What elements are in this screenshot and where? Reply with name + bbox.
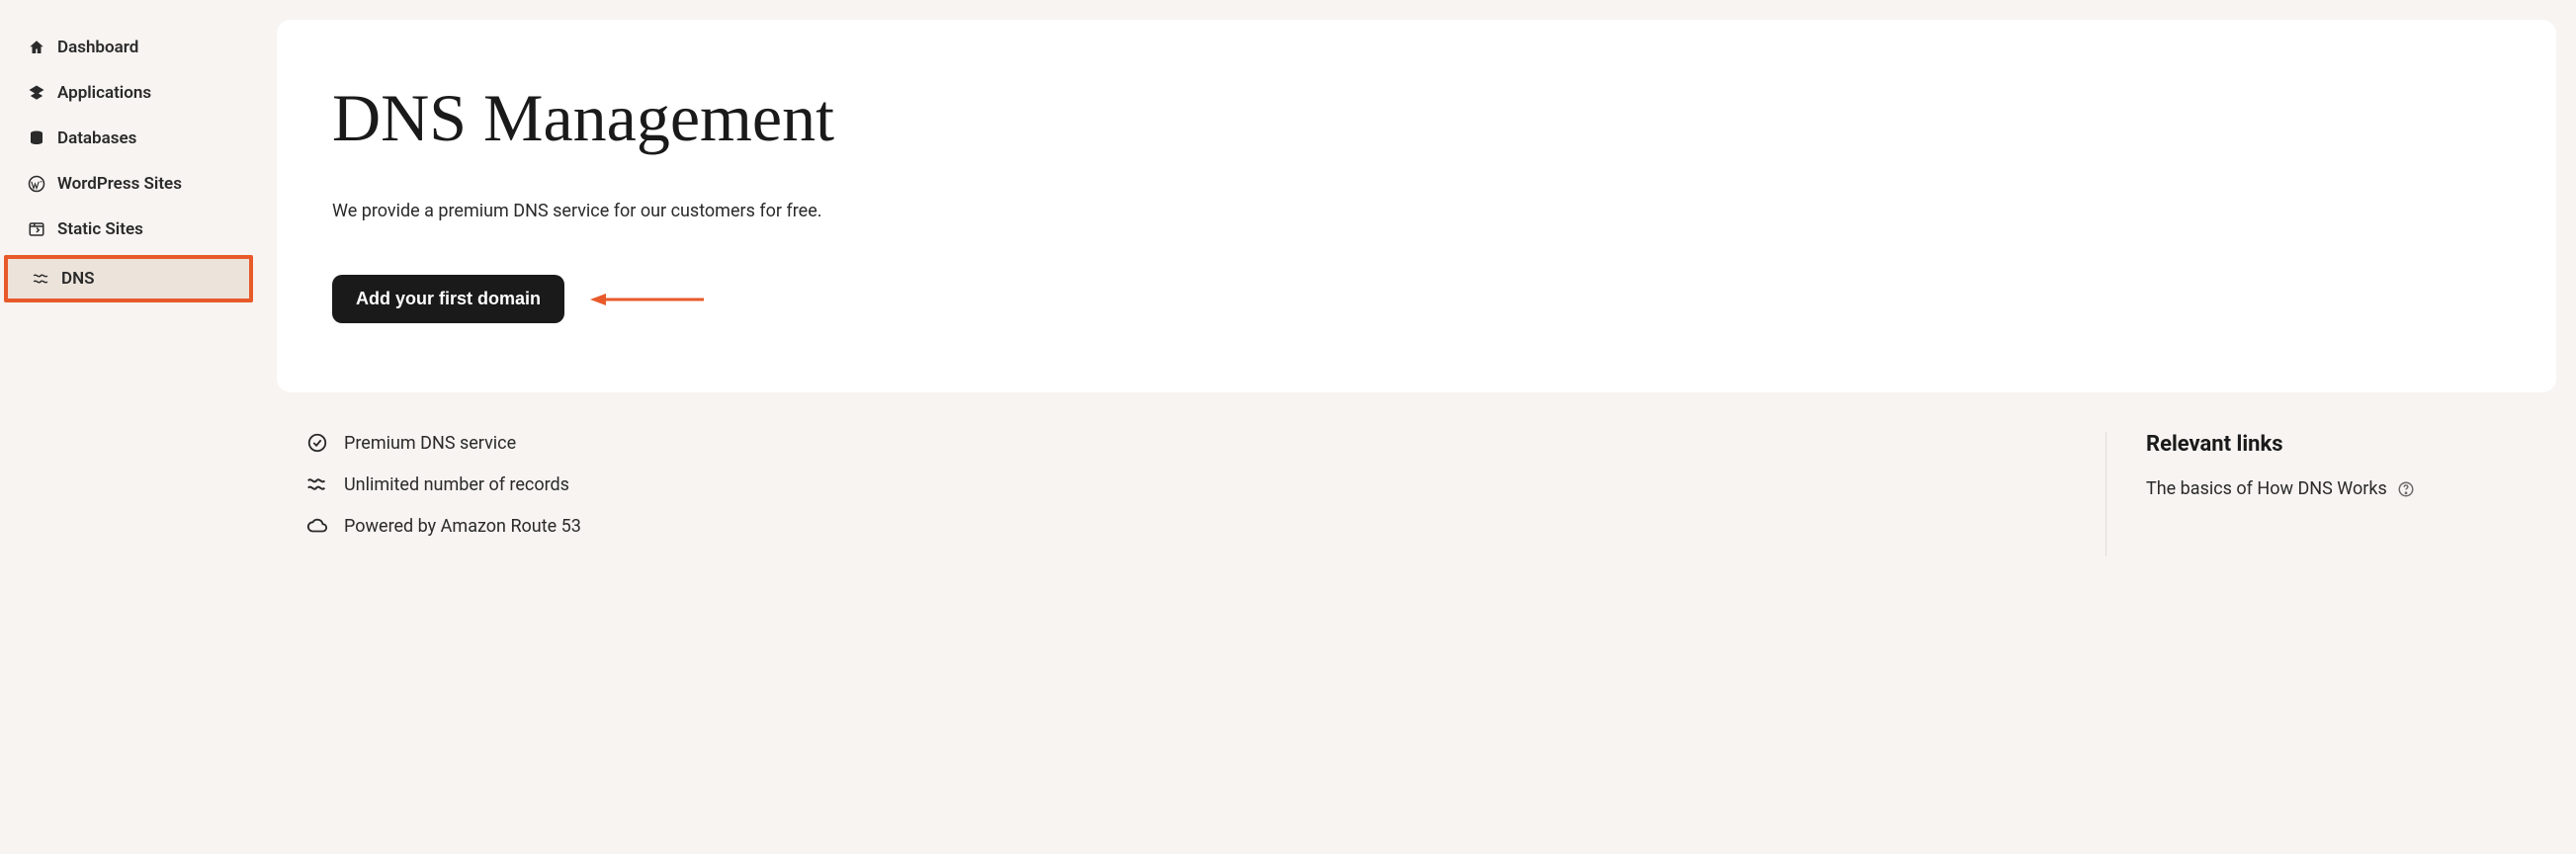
- main-content: DNS Management We provide a premium DNS …: [257, 0, 2576, 854]
- page-title: DNS Management: [332, 79, 2501, 157]
- sidebar-item-databases[interactable]: Databases: [0, 119, 257, 158]
- dns-icon: [32, 270, 49, 288]
- features-list: Premium DNS service Unlimited number of …: [293, 432, 1987, 556]
- link-label: The basics of How DNS Works: [2146, 478, 2387, 499]
- sidebar-item-applications[interactable]: Applications: [0, 73, 257, 113]
- sidebar-item-label: Databases: [57, 128, 136, 148]
- question-circle-icon: [2397, 480, 2415, 498]
- apps-icon: [28, 84, 45, 102]
- relevant-link-item[interactable]: The basics of How DNS Works: [2146, 478, 2540, 499]
- database-icon: [28, 129, 45, 147]
- dns-icon: [306, 473, 328, 495]
- sidebar-item-static-sites[interactable]: Static Sites: [0, 210, 257, 249]
- feature-item: Powered by Amazon Route 53: [306, 515, 1987, 537]
- arrow-annotation-icon: [580, 288, 709, 311]
- sidebar-item-wordpress[interactable]: WordPress Sites: [0, 164, 257, 204]
- home-icon: [28, 39, 45, 56]
- sidebar-item-label: DNS: [61, 269, 94, 289]
- cloud-icon: [306, 515, 328, 537]
- sidebar-item-dns[interactable]: DNS: [4, 255, 253, 302]
- sidebar-item-dashboard[interactable]: Dashboard: [0, 28, 257, 67]
- sidebar: Dashboard Applications Databases WordPre…: [0, 0, 257, 854]
- sidebar-item-label: Dashboard: [57, 38, 138, 57]
- relevant-links-panel: Relevant links The basics of How DNS Wor…: [2105, 432, 2540, 556]
- relevant-links-title: Relevant links: [2146, 432, 2540, 457]
- sidebar-item-label: Static Sites: [57, 219, 143, 239]
- wordpress-icon: [28, 175, 45, 193]
- static-icon: [28, 220, 45, 238]
- content-card: DNS Management We provide a premium DNS …: [277, 20, 2556, 392]
- feature-item: Premium DNS service: [306, 432, 1987, 454]
- sidebar-item-label: WordPress Sites: [57, 174, 182, 194]
- feature-item: Unlimited number of records: [306, 473, 1987, 495]
- feature-label: Premium DNS service: [344, 433, 516, 454]
- feature-label: Powered by Amazon Route 53: [344, 516, 581, 537]
- sidebar-item-label: Applications: [57, 83, 151, 103]
- add-domain-button[interactable]: Add your first domain: [332, 275, 564, 323]
- page-description: We provide a premium DNS service for our…: [332, 201, 2501, 221]
- check-circle-icon: [306, 432, 328, 454]
- feature-label: Unlimited number of records: [344, 474, 569, 495]
